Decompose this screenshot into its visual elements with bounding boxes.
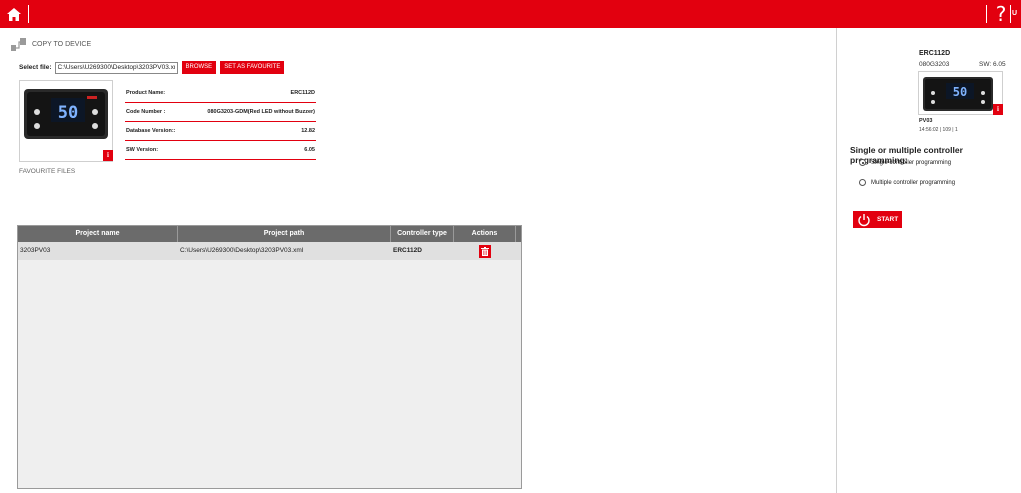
info-value: ERC112D: [290, 90, 315, 96]
home-icon: [7, 7, 21, 21]
panel-divider: [836, 28, 837, 493]
column-header-project-path[interactable]: Project path: [178, 226, 391, 242]
topbar-divider: [28, 5, 29, 23]
set-as-favourite-button[interactable]: SET AS FAVOURITE: [220, 61, 285, 74]
copy-to-device-icon: [11, 37, 26, 51]
select-file-row: Select file: BROWSE SET AS FAVOURITE: [19, 61, 285, 74]
controller-image: 50: [24, 89, 108, 139]
home-button[interactable]: [0, 0, 28, 28]
project-path-cell: C:\Users\U269300\Desktop\3203PV03.xml: [180, 247, 304, 254]
device-image-card[interactable]: 50 i: [19, 80, 113, 162]
table-row[interactable]: 3203PV03 C:\Users\U269300\Desktop\3203PV…: [18, 242, 521, 260]
selected-project-name: PV03: [919, 118, 933, 124]
trash-icon: [481, 246, 489, 256]
info-label: Code Number :: [126, 109, 166, 115]
project-name-cell: 3203PV03: [20, 247, 51, 254]
database-version-row: Database Version:: 12.82: [125, 122, 316, 141]
multiple-controller-label: Multiple controller programming: [871, 179, 956, 186]
multiple-controller-option[interactable]: Multiple controller programming: [859, 179, 955, 186]
info-value: 080G3203-GDM(Red LED without Buzzer): [207, 109, 315, 115]
start-button[interactable]: START: [853, 211, 902, 228]
delete-button[interactable]: [479, 244, 491, 258]
single-controller-radio[interactable]: [859, 159, 866, 166]
user-button[interactable]: U: [1012, 0, 1021, 28]
product-name-row: Product Name: ERC112D: [125, 84, 316, 103]
copy-to-device-header: COPY TO DEVICE: [11, 36, 91, 52]
file-path-input[interactable]: [54, 61, 178, 74]
top-bar: ? U: [0, 0, 1021, 28]
projects-table: Project name Project path Controller typ…: [17, 225, 522, 489]
help-button[interactable]: ?: [992, 0, 1010, 28]
column-header-actions: Actions: [454, 226, 516, 242]
selected-project-meta: 14:56:02 | 109 | 1: [919, 127, 958, 133]
svg-text:50: 50: [58, 103, 78, 123]
selected-device-sw: SW: 6.05: [979, 61, 1006, 68]
device-info-button[interactable]: i: [103, 150, 113, 161]
svg-text:50: 50: [953, 85, 967, 99]
select-file-label: Select file:: [19, 64, 52, 71]
table-header: Project name Project path Controller typ…: [18, 226, 521, 242]
info-label: SW Version:: [126, 147, 159, 153]
actions-cell: [454, 242, 516, 260]
copy-to-device-label: COPY TO DEVICE: [32, 40, 92, 48]
selected-device-info-button[interactable]: i: [993, 104, 1003, 115]
selected-device-card[interactable]: 50 i: [918, 71, 1003, 115]
column-header-project-name[interactable]: Project name: [18, 226, 178, 242]
info-value: 6.05: [304, 147, 315, 153]
controller-type-cell: ERC112D: [393, 247, 422, 254]
single-controller-option[interactable]: Single controller programming: [859, 159, 951, 166]
multiple-controller-radio[interactable]: [859, 179, 866, 186]
topbar-divider: [1010, 5, 1011, 23]
browse-button[interactable]: BROWSE: [181, 61, 217, 74]
sw-version-row: SW Version: 6.05: [125, 141, 316, 160]
column-header-controller-type[interactable]: Controller type: [391, 226, 454, 242]
product-info-table: Product Name: ERC112D Code Number : 080G…: [125, 84, 316, 160]
start-label: START: [877, 216, 899, 223]
selected-device-title: ERC112D: [919, 50, 951, 57]
selected-device-code: 080G3203: [919, 61, 950, 68]
topbar-divider: [986, 5, 987, 23]
power-icon: [858, 213, 870, 226]
info-label: Product Name:: [126, 90, 166, 96]
code-number-row: Code Number : 080G3203-GDM(Red LED witho…: [125, 103, 316, 122]
favourite-files-label: FAVOURITE FILES: [19, 168, 76, 175]
controller-image: 50: [923, 77, 993, 111]
single-controller-label: Single controller programming: [871, 159, 952, 166]
info-value: 12.82: [301, 128, 315, 134]
info-label: Database Version::: [126, 128, 176, 134]
